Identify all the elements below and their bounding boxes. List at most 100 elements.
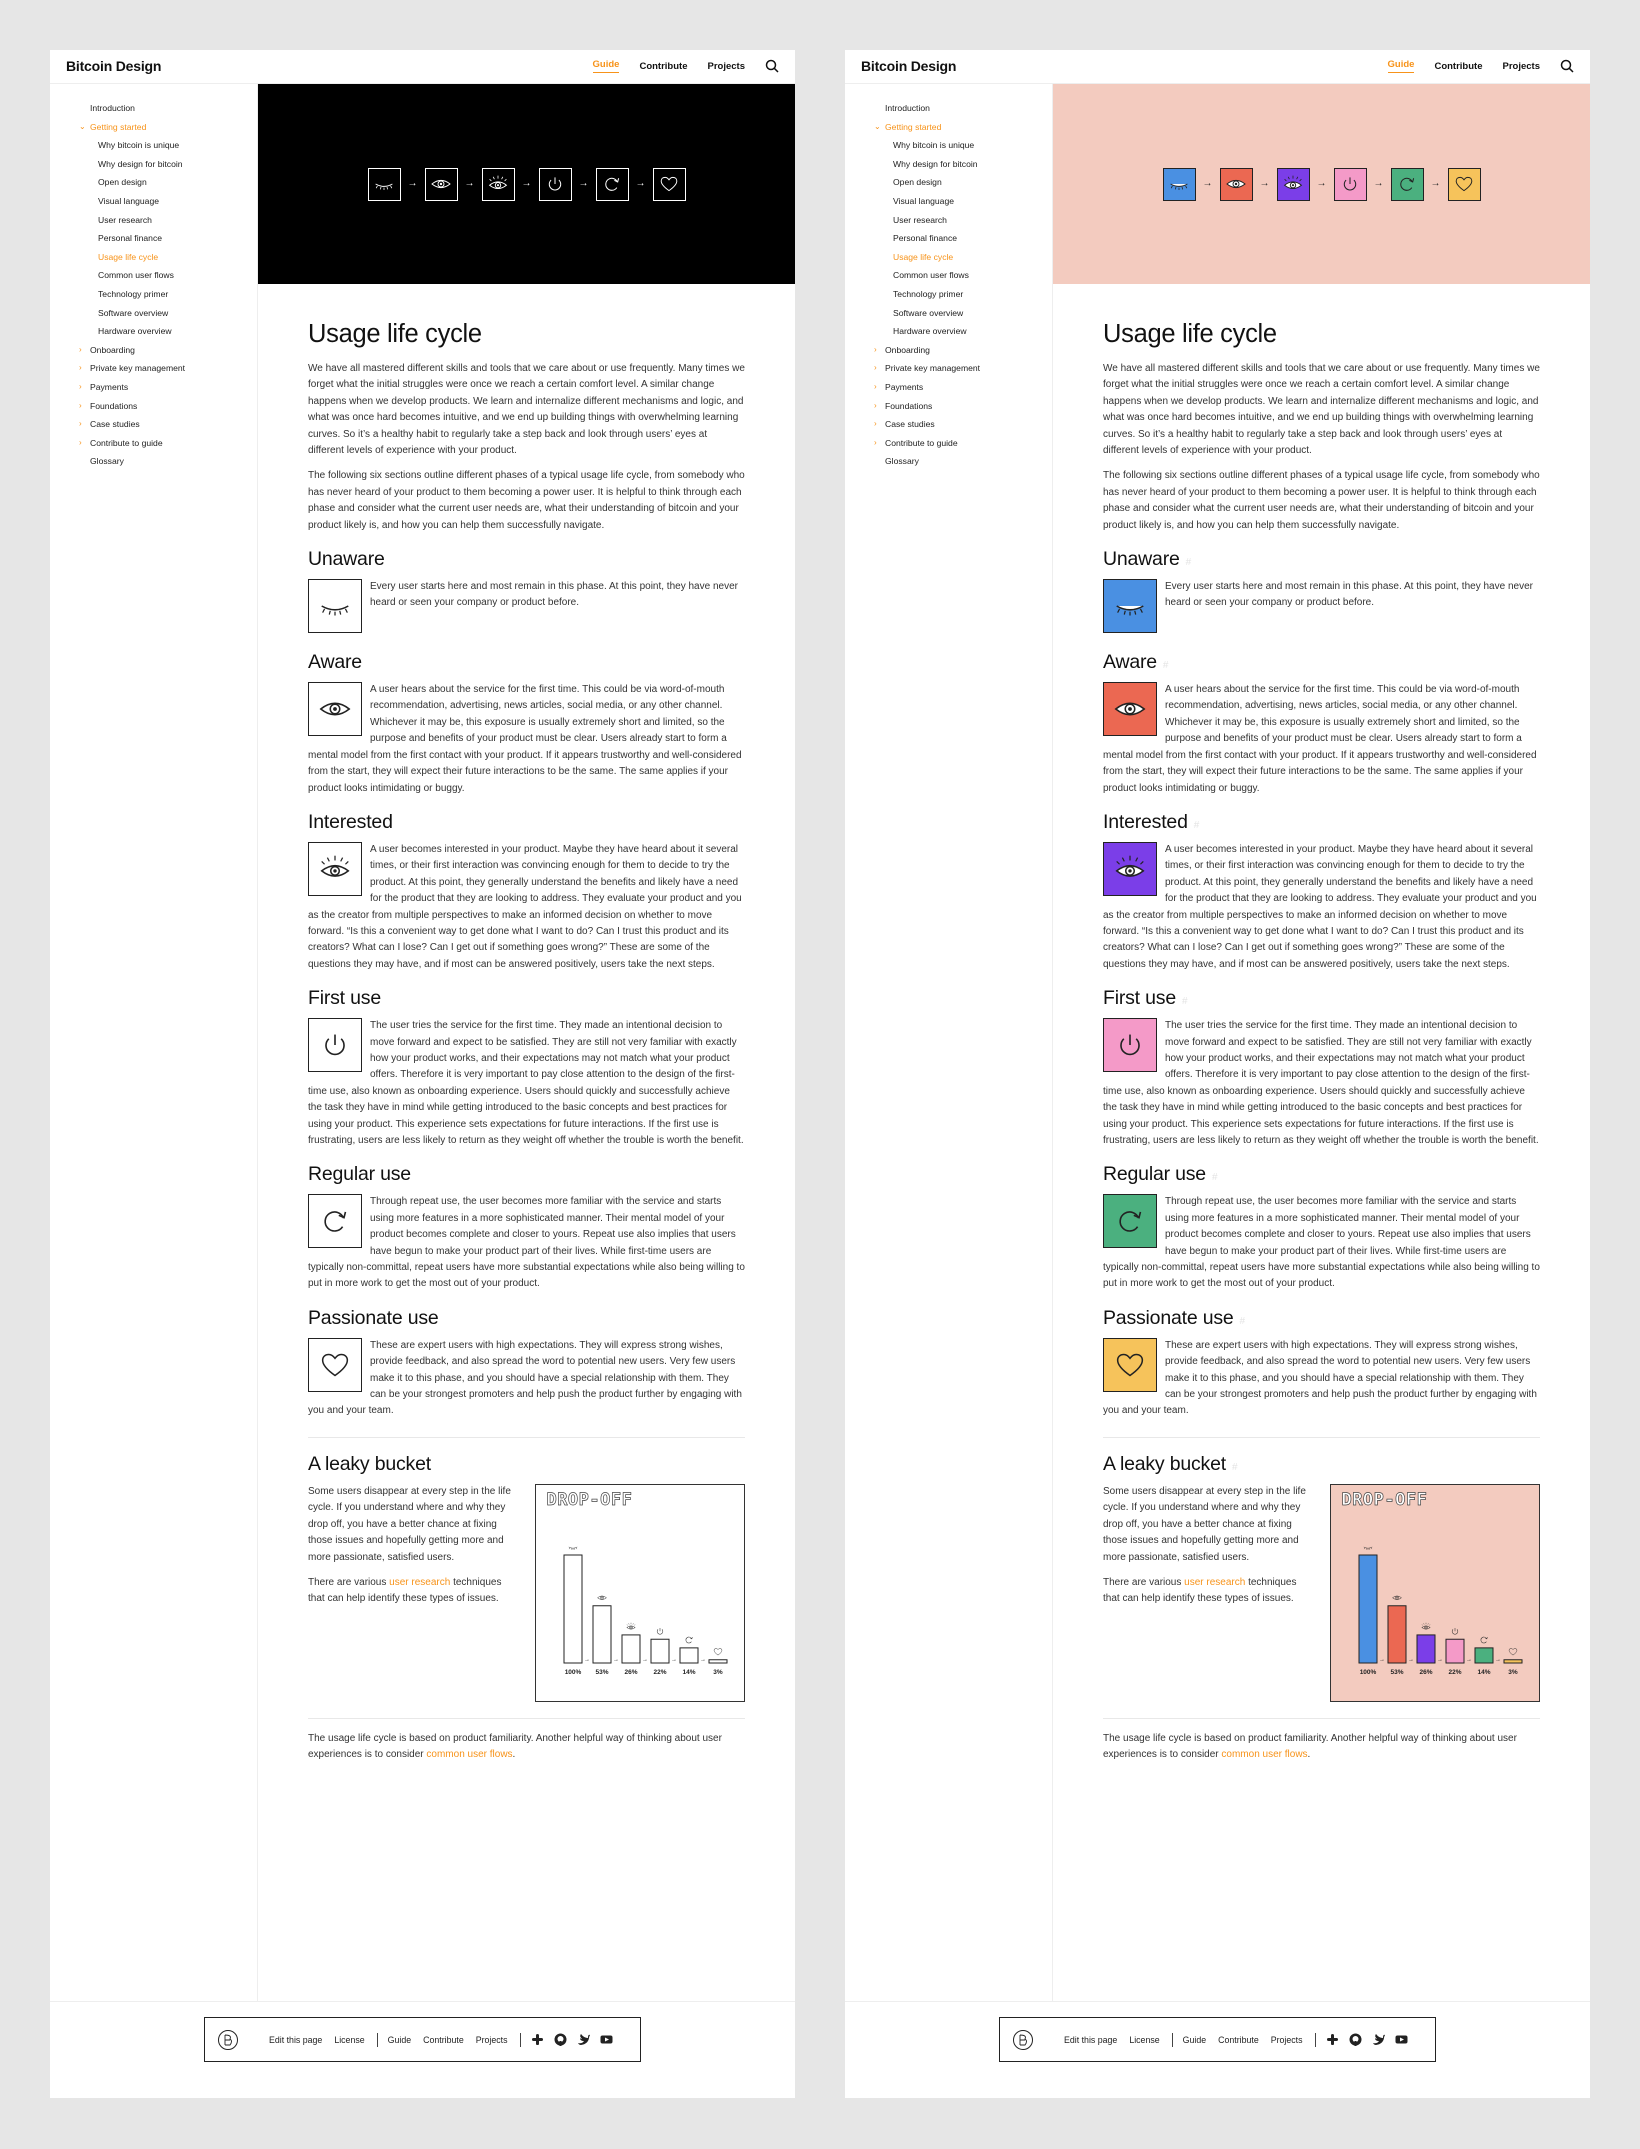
chevron-right-icon[interactable]: › [79, 341, 82, 360]
section-heading: Interested # [1103, 811, 1540, 834]
footer-edit-link[interactable]: Edit this page [1064, 2035, 1117, 2045]
footer-projects-link[interactable]: Projects [476, 2035, 508, 2045]
sidebar-item[interactable]: Why bitcoin is unique [845, 136, 1052, 155]
chevron-right-icon[interactable]: › [79, 397, 82, 416]
footer-projects-link[interactable]: Projects [1271, 2035, 1303, 2045]
sidebar-item[interactable]: Visual language [50, 192, 257, 211]
sidebar-item[interactable]: › Payments [845, 378, 1052, 397]
chevron-right-icon[interactable]: › [79, 378, 82, 397]
anchor-link[interactable]: # [1232, 1462, 1238, 1473]
sidebar-item[interactable]: › Payments [50, 378, 257, 397]
footer-contribute-link[interactable]: Contribute [1218, 2035, 1259, 2045]
sidebar-item[interactable]: Why bitcoin is unique [50, 136, 257, 155]
search-icon[interactable] [1560, 59, 1574, 73]
chevron-right-icon[interactable]: › [79, 415, 82, 434]
sidebar-item[interactable]: Usage life cycle [50, 248, 257, 267]
arrow-right-icon: → [1379, 1657, 1385, 1663]
common-user-flows-link[interactable]: common user flows [426, 1749, 512, 1760]
anchor-link[interactable]: # [1240, 1316, 1246, 1327]
sidebar-item[interactable]: › Foundations [845, 397, 1052, 416]
hero-closed-eye-icon [367, 167, 401, 201]
github-icon[interactable] [1349, 2033, 1362, 2046]
site-logo[interactable]: Bitcoin Design [66, 58, 161, 74]
sidebar-item[interactable]: Personal finance [50, 229, 257, 248]
chevron-right-icon[interactable]: › [79, 359, 82, 378]
sidebar-item[interactable]: Hardware overview [845, 322, 1052, 341]
nav-contribute[interactable]: Contribute [639, 61, 687, 72]
sidebar-item[interactable]: Why design for bitcoin [50, 155, 257, 174]
sidebar-item[interactable]: › Case studies [845, 415, 1052, 434]
sidebar-item[interactable]: › Contribute to guide [50, 434, 257, 453]
chevron-right-icon[interactable]: › [874, 378, 877, 397]
sidebar-item[interactable]: Hardware overview [50, 322, 257, 341]
sidebar-item[interactable]: Software overview [845, 304, 1052, 323]
sidebar-item[interactable]: › Private key management [50, 359, 257, 378]
nav-contribute[interactable]: Contribute [1434, 61, 1482, 72]
anchor-link[interactable]: # [1182, 996, 1188, 1007]
bitcoin-design-logo-icon[interactable] [217, 2029, 239, 2051]
youtube-icon[interactable] [600, 2033, 613, 2046]
twitter-icon[interactable] [577, 2033, 590, 2046]
sidebar-item[interactable]: ⌄ Getting started [50, 118, 257, 137]
sidebar-item[interactable]: Glossary [50, 452, 257, 471]
sidebar-item[interactable]: Personal finance [845, 229, 1052, 248]
footer-guide-link[interactable]: Guide [1183, 2035, 1206, 2045]
nav-projects[interactable]: Projects [1503, 61, 1541, 72]
footer-contribute-link[interactable]: Contribute [423, 2035, 464, 2045]
slack-icon[interactable] [531, 2033, 544, 2046]
common-user-flows-link[interactable]: common user flows [1221, 1749, 1307, 1760]
sidebar-item[interactable]: Glossary [845, 452, 1052, 471]
chevron-down-icon[interactable]: ⌄ [79, 118, 86, 137]
sidebar-item[interactable]: Introduction [845, 99, 1052, 118]
user-research-link[interactable]: user research [1184, 1577, 1245, 1588]
chevron-right-icon[interactable]: › [874, 397, 877, 416]
sidebar-item[interactable]: Software overview [50, 304, 257, 323]
search-icon[interactable] [765, 59, 779, 73]
chevron-down-icon[interactable]: ⌄ [874, 118, 881, 137]
divider [308, 1436, 745, 1438]
anchor-link[interactable]: # [1163, 660, 1169, 671]
chevron-right-icon[interactable]: › [79, 434, 82, 453]
site-logo[interactable]: Bitcoin Design [861, 58, 956, 74]
sidebar-item[interactable]: Common user flows [50, 266, 257, 285]
chevron-right-icon[interactable]: › [874, 341, 877, 360]
sidebar-item[interactable]: ⌄ Getting started [845, 118, 1052, 137]
nav-guide[interactable]: Guide [1388, 59, 1415, 73]
nav-projects[interactable]: Projects [708, 61, 746, 72]
nav-guide[interactable]: Guide [593, 59, 620, 73]
footer-license-link[interactable]: License [334, 2035, 364, 2045]
chevron-right-icon[interactable]: › [874, 359, 877, 378]
sidebar-item-label: Foundations [90, 400, 138, 411]
twitter-icon[interactable] [1372, 2033, 1385, 2046]
slack-icon[interactable] [1326, 2033, 1339, 2046]
user-research-link[interactable]: user research [389, 1577, 450, 1588]
sidebar-item[interactable]: › Case studies [50, 415, 257, 434]
sidebar-item[interactable]: › Foundations [50, 397, 257, 416]
sidebar-item[interactable]: › Onboarding [50, 341, 257, 360]
sidebar-item[interactable]: Common user flows [845, 266, 1052, 285]
sidebar-item[interactable]: Usage life cycle [845, 248, 1052, 267]
sidebar-item[interactable]: Open design [845, 173, 1052, 192]
sidebar-item[interactable]: Open design [50, 173, 257, 192]
sidebar-item[interactable]: Technology primer [845, 285, 1052, 304]
chevron-right-icon[interactable]: › [874, 434, 877, 453]
sidebar-item[interactable]: Technology primer [50, 285, 257, 304]
anchor-link[interactable]: # [1194, 820, 1200, 831]
sidebar-item[interactable]: › Onboarding [845, 341, 1052, 360]
sidebar-item[interactable]: Visual language [845, 192, 1052, 211]
sidebar-item[interactable]: › Private key management [845, 359, 1052, 378]
footer-edit-link[interactable]: Edit this page [269, 2035, 322, 2045]
sidebar-item[interactable]: User research [845, 211, 1052, 230]
youtube-icon[interactable] [1395, 2033, 1408, 2046]
anchor-link[interactable]: # [1186, 557, 1192, 568]
footer-guide-link[interactable]: Guide [388, 2035, 411, 2045]
sidebar-item[interactable]: Why design for bitcoin [845, 155, 1052, 174]
github-icon[interactable] [554, 2033, 567, 2046]
footer-license-link[interactable]: License [1129, 2035, 1159, 2045]
bitcoin-design-logo-icon[interactable] [1012, 2029, 1034, 2051]
sidebar-item[interactable]: › Contribute to guide [845, 434, 1052, 453]
sidebar-item[interactable]: User research [50, 211, 257, 230]
sidebar-item[interactable]: Introduction [50, 99, 257, 118]
chevron-right-icon[interactable]: › [874, 415, 877, 434]
anchor-link[interactable]: # [1212, 1172, 1218, 1183]
